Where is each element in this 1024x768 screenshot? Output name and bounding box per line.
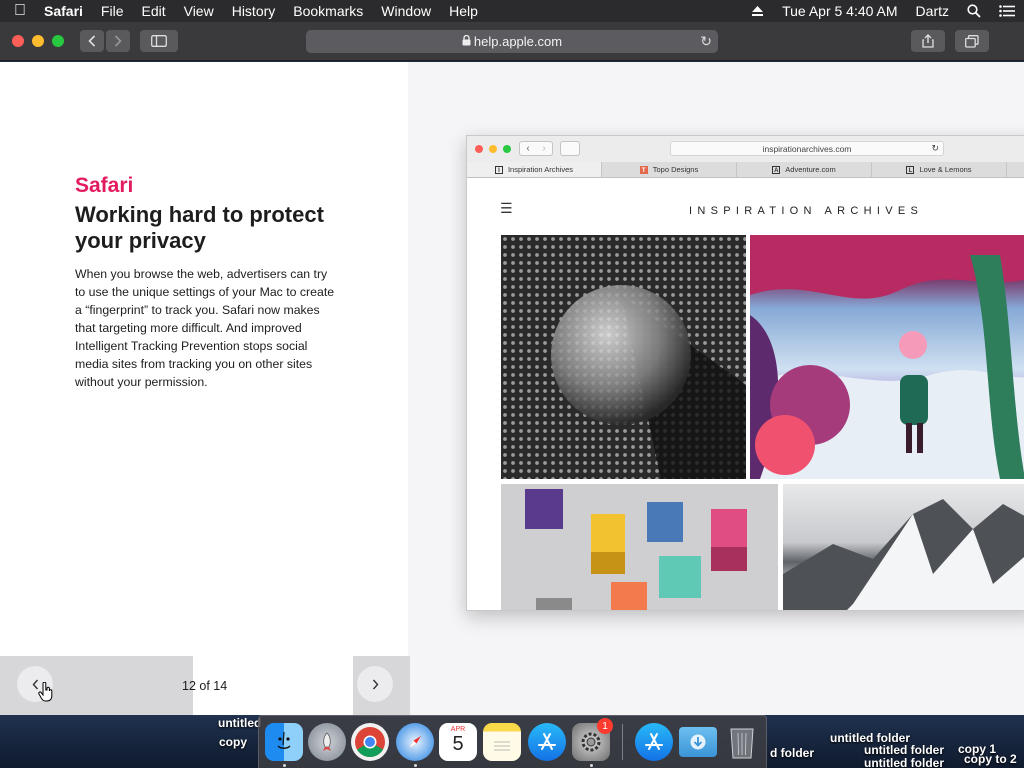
preview-browser-window: ‹ › inspirationarchives.com ↻ I Inspiratio… xyxy=(466,135,1024,611)
preview-reload-icon: ↻ xyxy=(931,143,939,153)
web-page: Safari Working hard to protect your priv… xyxy=(0,62,1024,715)
sidebar-toggle-button[interactable] xyxy=(140,30,178,52)
trash-dock-icon[interactable] xyxy=(723,723,761,761)
preview-window-controls xyxy=(475,145,511,153)
menu-edit[interactable]: Edit xyxy=(132,3,174,19)
reload-icon[interactable]: ↻ xyxy=(700,33,712,50)
desktop-folder-label[interactable]: copy to 2 xyxy=(964,753,1017,765)
hamburger-menu-icon: ☰ xyxy=(500,200,513,216)
preview-tab-bar: I Inspiration Archives T Topo Designs A Adv… xyxy=(467,162,1024,178)
history-navigation xyxy=(80,30,130,52)
menu-history[interactable]: History xyxy=(223,3,285,19)
menubar-user[interactable]: Dartz xyxy=(907,3,958,19)
article-panel: Safari Working hard to protect your priv… xyxy=(0,62,408,715)
launchpad-dock-icon[interactable] xyxy=(308,723,346,761)
menu-view[interactable]: View xyxy=(175,3,223,19)
article-headline: Working hard to protect your privacy xyxy=(75,202,324,253)
preview-sidebar-icon xyxy=(560,141,580,156)
article-eyebrow: Safari xyxy=(75,174,134,197)
preview-url: inspirationarchives.com xyxy=(762,143,852,154)
apple-menu-icon[interactable]:  xyxy=(0,2,40,20)
notification-badge: 1 xyxy=(597,718,613,734)
window-controls xyxy=(12,35,64,47)
preview-image-forest-illustration xyxy=(750,235,1024,479)
chevron-right-icon xyxy=(114,35,122,47)
preview-tab: L Love & Lemons xyxy=(872,162,1007,177)
notes-dock-icon[interactable] xyxy=(483,723,521,761)
app-store-dock-icon[interactable] xyxy=(528,723,566,761)
slide-counter: 12 of 14 xyxy=(182,679,228,693)
app-store-dock-icon-2[interactable] xyxy=(635,723,673,761)
preview-address-bar: inspirationarchives.com ↻ xyxy=(670,141,944,156)
safari-dock-icon[interactable] xyxy=(396,723,434,761)
desktop-folder-label[interactable]: copy xyxy=(219,736,247,748)
desktop-folder-label[interactable]: untitled folder xyxy=(864,744,944,756)
lock-icon xyxy=(462,34,471,49)
tabs-overview-icon xyxy=(965,34,979,48)
notification-center-icon[interactable] xyxy=(990,5,1024,17)
close-window-button[interactable] xyxy=(12,35,24,47)
menu-bar:  Safari File Edit View History Bookmark… xyxy=(0,0,1024,22)
share-icon xyxy=(922,34,934,48)
preview-nav-buttons: ‹ › xyxy=(519,141,553,156)
address-url: help.apple.com xyxy=(473,34,563,49)
menu-help[interactable]: Help xyxy=(440,3,487,19)
forward-button[interactable] xyxy=(106,30,130,52)
browser-toolbar: help.apple.com ↻ xyxy=(0,22,1024,61)
menubar-clock[interactable]: Tue Apr 5 4:40 AM xyxy=(773,3,906,19)
chevron-left-icon xyxy=(88,35,96,47)
preview-tab: T Topo Designs xyxy=(602,162,737,177)
desktop-folder-label[interactable]: untitled xyxy=(218,717,261,729)
menu-bookmarks[interactable]: Bookmarks xyxy=(284,3,372,19)
preview-site-logo: INSPIRATION ARCHIVES xyxy=(689,205,924,217)
calendar-day: 5 xyxy=(452,733,464,755)
preview-toolbar: ‹ › inspirationarchives.com ↻ xyxy=(467,136,1024,162)
eject-icon[interactable] xyxy=(742,5,773,17)
next-slide-button[interactable] xyxy=(357,666,393,702)
share-button[interactable] xyxy=(911,30,945,52)
show-tabs-button[interactable] xyxy=(955,30,989,52)
menu-file[interactable]: File xyxy=(92,3,133,19)
desktop-folder-label[interactable]: untitled folder xyxy=(864,757,944,768)
sidebar-icon xyxy=(151,35,167,47)
menu-app-name[interactable]: Safari xyxy=(40,3,92,19)
dock: APR 5 1 xyxy=(258,715,767,768)
minimize-window-button[interactable] xyxy=(32,35,44,47)
preview-image-colored-cubes xyxy=(501,484,778,610)
back-button[interactable] xyxy=(80,30,104,52)
spotlight-search-icon[interactable] xyxy=(958,4,990,18)
slide-pager: 12 of 14 xyxy=(0,656,410,715)
preview-tab: A Adventure.com xyxy=(737,162,872,177)
pointer-cursor-icon xyxy=(38,682,53,702)
downloads-folder-dock-icon[interactable] xyxy=(679,727,717,757)
article-body: When you browse the web, advertisers can… xyxy=(75,267,335,389)
preview-tab: I Inspiration Archives xyxy=(467,162,602,177)
preview-image-snowy-mountains xyxy=(783,484,1024,610)
calendar-month: APR xyxy=(450,726,466,733)
preview-image-dotted-sphere xyxy=(501,235,746,479)
menu-window[interactable]: Window xyxy=(372,3,440,19)
desktop-folder-label[interactable]: d folder xyxy=(770,747,814,759)
address-bar[interactable]: help.apple.com ↻ xyxy=(306,30,718,53)
calendar-dock-icon[interactable]: APR 5 xyxy=(439,723,477,761)
chrome-dock-icon[interactable] xyxy=(351,723,389,761)
zoom-window-button[interactable] xyxy=(52,35,64,47)
finder-dock-icon[interactable] xyxy=(265,723,303,761)
dock-separator xyxy=(622,724,623,760)
chevron-right-icon xyxy=(372,679,378,689)
